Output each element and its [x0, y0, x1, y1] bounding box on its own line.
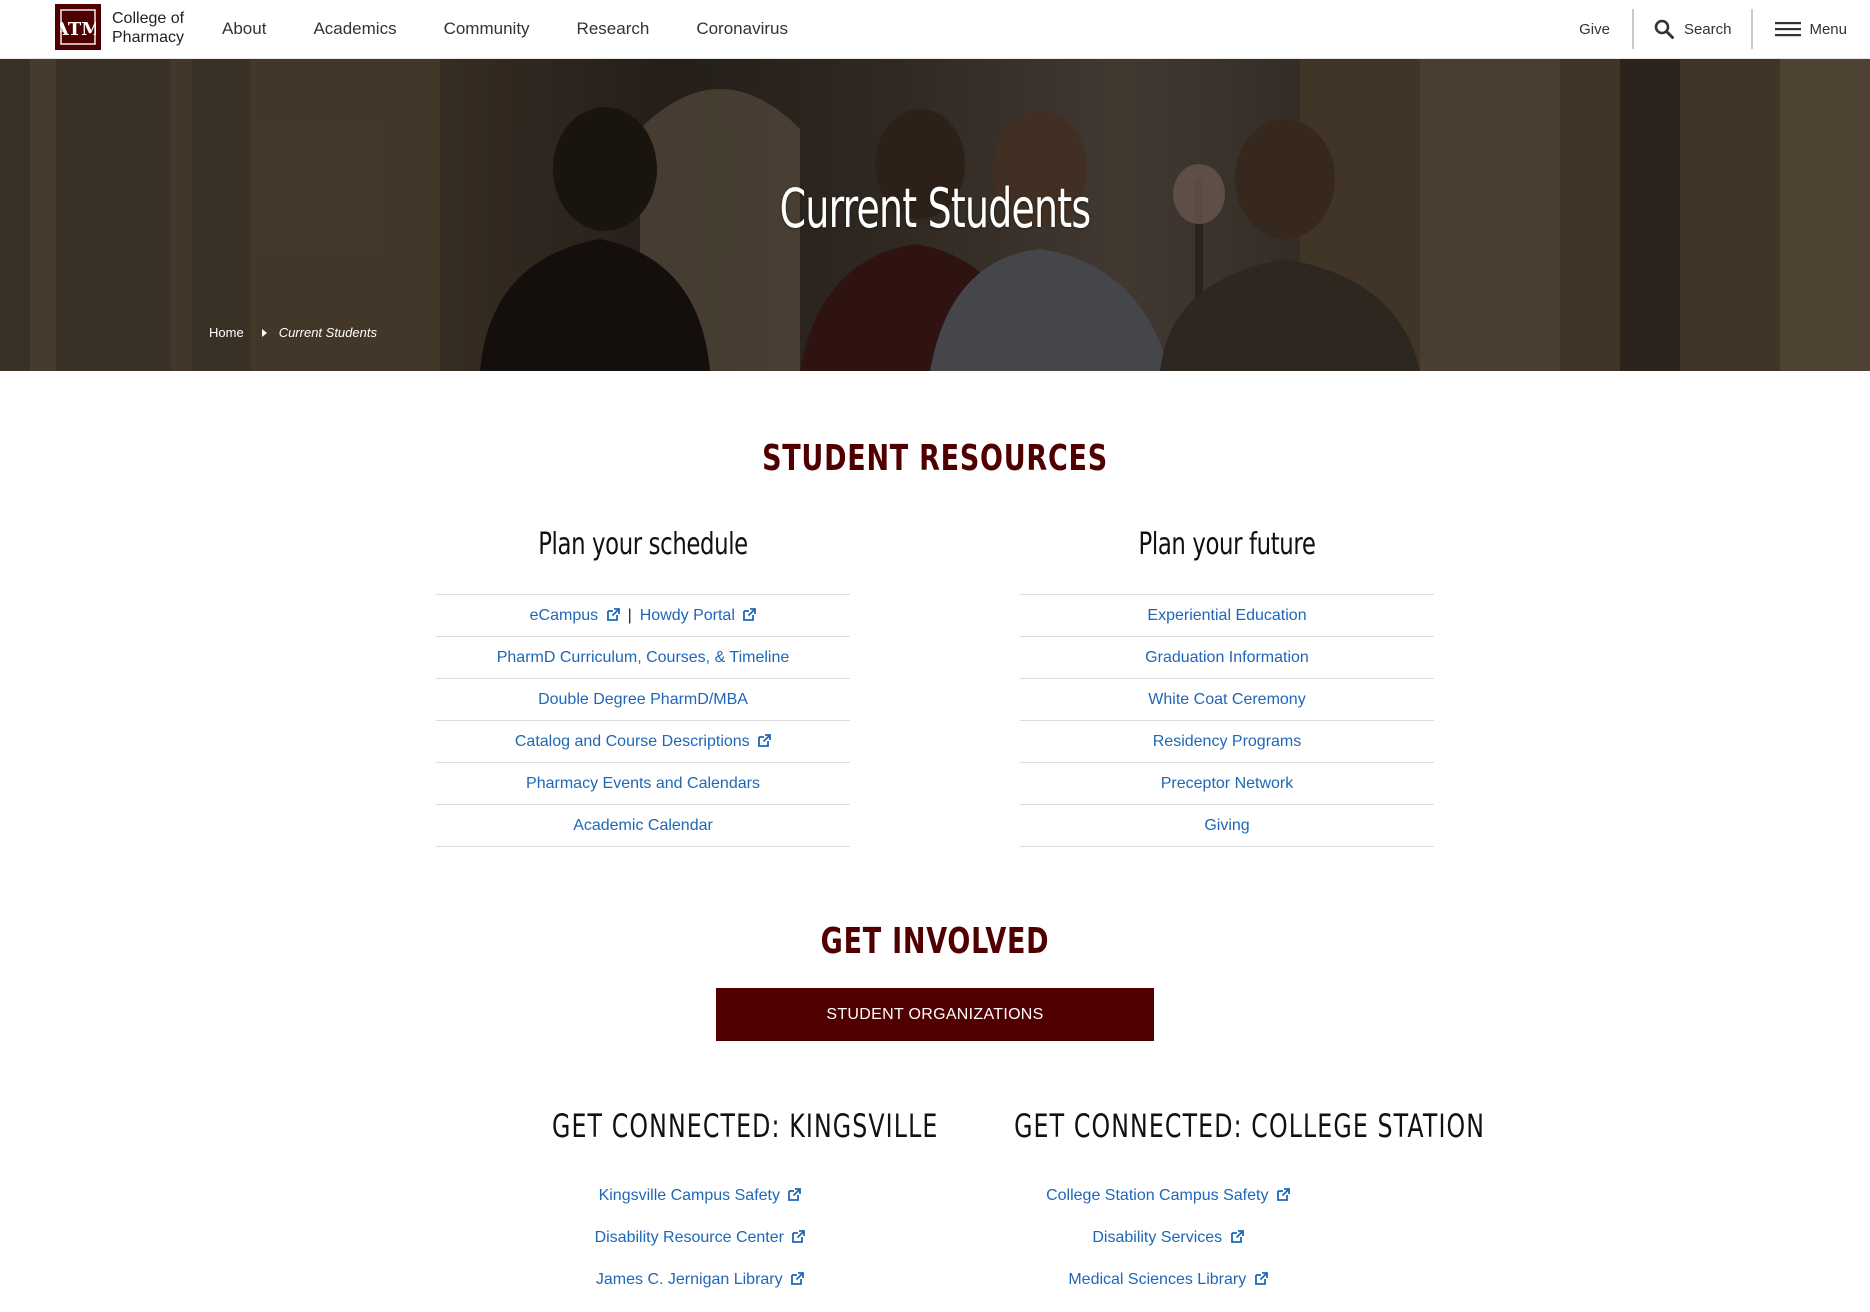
nav-research[interactable]: Research	[577, 19, 650, 39]
breadcrumb-home[interactable]: Home	[209, 325, 244, 340]
college-station-heading: GET CONNECTED: COLLEGE STATION	[1014, 1107, 1486, 1145]
plan-future-heading: Plan your future	[1138, 527, 1316, 562]
academic-calendar-link[interactable]: Academic Calendar	[573, 817, 713, 835]
nav-about[interactable]: About	[222, 19, 266, 39]
jernigan-library-link[interactable]: James C. Jernigan Library	[500, 1270, 900, 1312]
list-item: White Coat Ceremony	[1020, 679, 1434, 721]
future-link-list: Experiential Education Graduation Inform…	[1020, 594, 1434, 847]
search-label: Search	[1683, 20, 1732, 38]
search-icon	[1654, 19, 1674, 39]
breadcrumb-current: Current Students	[278, 325, 377, 340]
external-link-icon	[788, 1188, 802, 1201]
main-nav: About Academics Community Research Coron…	[222, 0, 835, 58]
college-station-column: GET CONNECTED: COLLEGE STATION College S…	[960, 1107, 1486, 1312]
list-item: PharmD Curriculum, Courses, & Timeline	[436, 637, 850, 679]
graduation-info-link[interactable]: Graduation Information	[1145, 649, 1309, 667]
events-link[interactable]: Pharmacy Events and Calendars	[526, 775, 760, 793]
curriculum-link[interactable]: PharmD Curriculum, Courses, & Timeline	[497, 649, 790, 667]
schedule-link-list: eCampus | Howdy Portal PharmD Curriculum…	[436, 594, 850, 847]
list-item: Preceptor Network	[1020, 763, 1434, 805]
external-link-icon	[1254, 1272, 1268, 1285]
link-separator: |	[627, 606, 632, 624]
list-item: Residency Programs	[1020, 721, 1434, 763]
hamburger-icon	[1775, 22, 1802, 37]
student-organizations-button[interactable]: STUDENT ORGANIZATIONS	[716, 988, 1154, 1041]
external-link-icon	[792, 1230, 806, 1243]
college-name-line2: Pharmacy	[112, 29, 185, 46]
residency-link[interactable]: Residency Programs	[1153, 733, 1302, 751]
plan-schedule-column: Plan your schedule eCampus | Howdy Porta…	[436, 530, 850, 847]
nav-academics[interactable]: Academics	[313, 19, 396, 39]
white-coat-link[interactable]: White Coat Ceremony	[1148, 691, 1305, 709]
catalog-link[interactable]: Catalog and Course Descriptions	[515, 733, 772, 751]
cs-safety-link[interactable]: College Station Campus Safety	[960, 1186, 1376, 1228]
nav-coronavirus[interactable]: Coronavirus	[696, 19, 788, 39]
tamu-logo[interactable]: ATM	[55, 4, 101, 50]
site-header: ATM College of Pharmacy About Academics …	[0, 0, 1870, 59]
plan-future-column: Plan your future Experiential Education …	[1020, 530, 1434, 847]
svg-text:ATM: ATM	[60, 19, 96, 40]
list-item: Giving	[1020, 805, 1434, 847]
college-name[interactable]: College of Pharmacy	[112, 9, 184, 47]
search-button[interactable]: Search	[1634, 19, 1752, 39]
list-item: Experiential Education	[1020, 595, 1434, 637]
giving-link[interactable]: Giving	[1204, 817, 1249, 835]
disability-resource-link[interactable]: Disability Resource Center	[500, 1228, 900, 1270]
college-name-line1: College of	[112, 10, 185, 27]
list-item: Pharmacy Events and Calendars	[436, 763, 850, 805]
list-item: Graduation Information	[1020, 637, 1434, 679]
breadcrumb: Home Current Students	[209, 325, 377, 340]
kingsville-safety-link[interactable]: Kingsville Campus Safety	[500, 1186, 900, 1228]
kingsville-heading: GET CONNECTED: KINGSVILLE	[552, 1107, 939, 1145]
plan-schedule-heading: Plan your schedule	[538, 527, 748, 562]
howdy-portal-link[interactable]: Howdy Portal	[640, 607, 757, 625]
medical-sciences-library-link[interactable]: Medical Sciences Library	[960, 1270, 1376, 1312]
header-utility: Give Search Menu	[1579, 0, 1870, 58]
disability-services-link[interactable]: Disability Services	[960, 1228, 1376, 1270]
nav-community[interactable]: Community	[444, 19, 530, 39]
list-item: Double Degree PharmD/MBA	[436, 679, 850, 721]
student-resources-heading: STUDENT RESOURCES	[762, 438, 1108, 479]
double-degree-link[interactable]: Double Degree PharmD/MBA	[538, 691, 748, 709]
ecampus-link[interactable]: eCampus	[530, 607, 620, 625]
external-link-icon	[791, 1272, 804, 1285]
experiential-education-link[interactable]: Experiential Education	[1147, 607, 1306, 625]
give-link[interactable]: Give	[1579, 21, 1632, 38]
menu-button[interactable]: Menu	[1753, 20, 1870, 38]
list-item: Catalog and Course Descriptions	[436, 721, 850, 763]
external-link-icon	[606, 607, 620, 621]
page-title: Current Students	[779, 177, 1091, 240]
external-link-icon	[1276, 1188, 1290, 1201]
get-involved-heading: GET INVOLVED	[820, 921, 1050, 962]
list-item: eCampus | Howdy Portal	[436, 595, 850, 637]
kingsville-column: GET CONNECTED: KINGSVILLE Kingsville Cam…	[500, 1107, 939, 1312]
breadcrumb-arrow-icon	[261, 328, 267, 337]
atm-logo-icon: ATM	[60, 9, 96, 45]
list-item: Academic Calendar	[436, 805, 850, 847]
external-link-icon	[1230, 1230, 1244, 1243]
preceptor-link[interactable]: Preceptor Network	[1161, 775, 1294, 793]
external-link-icon	[743, 607, 757, 621]
external-link-icon	[758, 733, 772, 747]
menu-label: Menu	[1809, 20, 1847, 38]
